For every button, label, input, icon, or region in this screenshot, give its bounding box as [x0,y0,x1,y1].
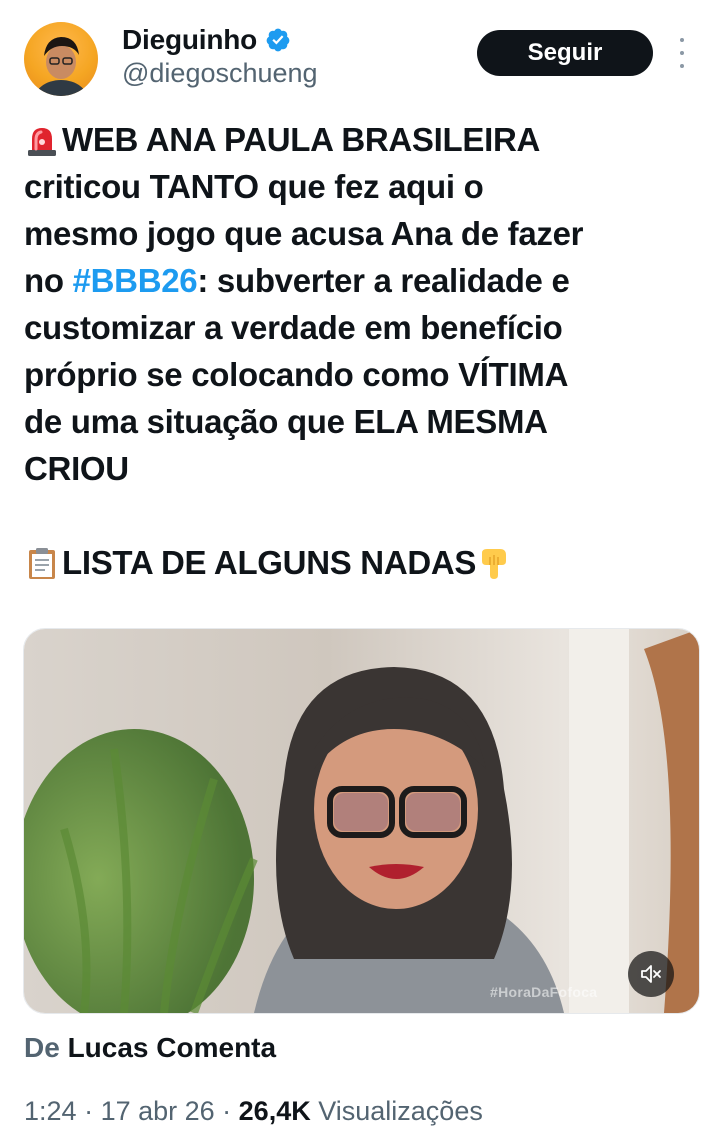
handle[interactable]: @diegoschueng [122,58,318,89]
source-author-link[interactable]: Lucas Comenta [68,1032,277,1063]
tweet-line: de uma situação que ELA MESMA [24,403,548,440]
source-attribution: De Lucas Comenta [24,1032,276,1064]
siren-emoji [28,128,56,156]
tweet-line: criticou TANTO que fez aqui o [24,168,484,205]
source-prefix: De [24,1032,60,1063]
avatar[interactable] [24,22,98,96]
tweet-line: CRIOU [24,450,129,487]
speaker-muted-icon[interactable] [628,951,674,997]
views-label: Visualizações [318,1096,483,1126]
line-text: WEB ANA PAULA BRASILEIRA [62,121,541,158]
line-text: : subverter a realidade e [197,262,570,299]
tweet-header: Dieguinho @diegoschueng Seguir [0,0,720,110]
tweet-line: LISTA DE ALGUNS NADAS [24,539,696,586]
tweet-text: WEB ANA PAULA BRASILEIRA criticou TANTO … [24,116,696,586]
video-player[interactable]: #HoraDaFofoca [23,628,700,1014]
more-vertical-icon[interactable] [672,38,692,68]
tweet-line: WEB ANA PAULA BRASILEIRA [24,116,696,163]
tweet-line: próprio se colocando como VÍTIMA [24,356,569,393]
tweet-line: customizar a verdade em benefício [24,309,563,346]
name-row: Dieguinho [122,22,291,58]
verified-badge-icon [266,28,290,52]
views-count: 26,4K [238,1096,311,1126]
hashtag-link[interactable]: #BBB26 [73,262,198,299]
tweet-date[interactable]: 17 abr 26 [101,1096,215,1126]
tweet-time[interactable]: 1:24 [24,1096,77,1126]
display-name[interactable]: Dieguinho [122,24,257,56]
video-frame [24,629,699,1013]
video-watermark: #HoraDaFofoca [490,984,598,1000]
pointing-down-emoji [482,549,507,579]
clipboard-emoji [29,548,55,579]
tweet-meta: 1:24 · 17 abr 26 · 26,4K Visualizações [24,1096,483,1126]
follow-button[interactable]: Seguir [477,30,653,76]
line-text: no [24,262,73,299]
tweet-line: no #BBB26: subverter a realidade e [24,257,696,304]
tweet-line: mesmo jogo que acusa Ana de fazer [24,215,584,252]
line-text: LISTA DE ALGUNS NADAS [62,544,477,581]
